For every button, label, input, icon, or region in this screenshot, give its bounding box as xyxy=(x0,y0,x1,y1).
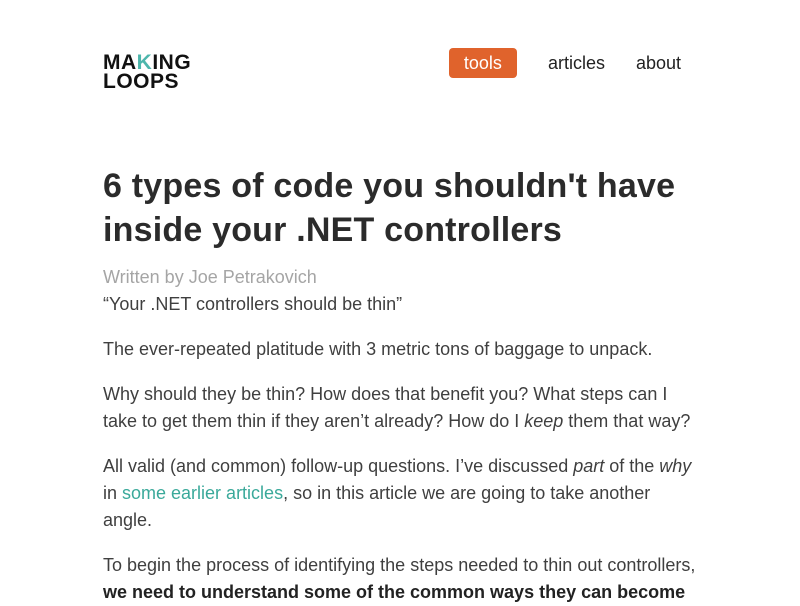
main-nav: tools articles about xyxy=(448,48,681,78)
paragraph-3-emphasis-1: part xyxy=(573,456,605,476)
site-header: MAKING LOOPS tools articles about xyxy=(0,0,800,120)
article-quote: “Your .NET controllers should be thin” xyxy=(103,294,403,314)
nav-articles[interactable]: articles xyxy=(548,48,605,78)
nav-about[interactable]: about xyxy=(636,48,681,78)
paragraph-3-text-b: of the xyxy=(604,456,660,476)
article-title: 6 types of code you shouldn't have insid… xyxy=(103,167,676,249)
paragraph-2-text-b: them that way? xyxy=(563,411,691,431)
paragraph-3: All valid (and common) follow-up questio… xyxy=(103,453,703,534)
paragraph-3-emphasis-2: why xyxy=(659,456,692,476)
paragraph-4-strong: we need to understand some of the common… xyxy=(103,582,686,602)
paragraph-4-text-a: To begin the process of identifying the … xyxy=(103,555,696,575)
paragraph-3-text-a: All valid (and common) follow-up questio… xyxy=(103,456,574,476)
paragraph-1: The ever-repeated platitude with 3 metri… xyxy=(103,339,653,359)
article-byline: Written by Joe Petrakovich xyxy=(103,267,317,287)
paragraph-3-text-c: in xyxy=(103,483,123,503)
site-logo[interactable]: MAKING LOOPS xyxy=(103,52,191,93)
nav-tools[interactable]: tools xyxy=(448,48,517,78)
earlier-articles-link[interactable]: some earlier articles xyxy=(122,483,283,503)
paragraph-4: To begin the process of identifying the … xyxy=(103,552,703,606)
logo-line-2: LOOPS xyxy=(103,70,180,93)
paragraph-2: Why should they be thin? How does that b… xyxy=(103,381,703,435)
article-body: 6 types of code you shouldn't have insid… xyxy=(103,164,703,606)
paragraph-2-emphasis: keep xyxy=(524,411,564,431)
